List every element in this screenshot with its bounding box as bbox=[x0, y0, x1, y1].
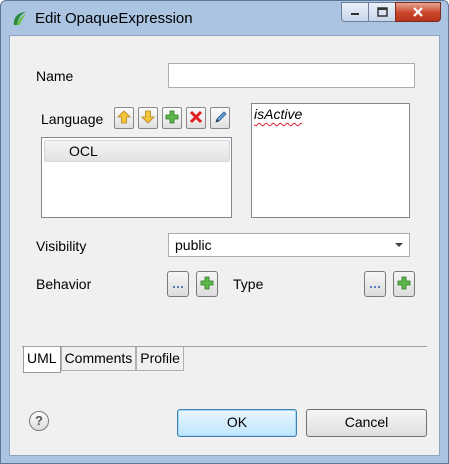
visibility-value: public bbox=[175, 237, 212, 253]
move-down-button[interactable] bbox=[138, 107, 158, 129]
name-input[interactable] bbox=[168, 63, 415, 88]
maximize-icon bbox=[376, 4, 388, 20]
app-logo-icon bbox=[11, 10, 29, 28]
edit-icon bbox=[213, 110, 227, 127]
tab-bar: UML Comments Profile bbox=[23, 347, 184, 373]
delete-icon bbox=[189, 110, 203, 127]
window-title: Edit OpaqueExpression bbox=[35, 10, 193, 27]
list-item[interactable]: OCL bbox=[44, 140, 230, 162]
minimize-icon bbox=[350, 4, 360, 20]
minimize-button[interactable] bbox=[341, 2, 368, 22]
tab-comments[interactable]: Comments bbox=[60, 347, 137, 371]
caption-buttons bbox=[341, 2, 441, 22]
title-bar[interactable]: Edit OpaqueExpression bbox=[1, 1, 448, 35]
cancel-button[interactable]: Cancel bbox=[306, 409, 427, 437]
expression-body-text[interactable]: isActive bbox=[251, 103, 410, 218]
browse-behavior-button[interactable] bbox=[167, 271, 189, 297]
dialog-window: Edit OpaqueExpression Name Language OCL … bbox=[0, 0, 449, 464]
add-icon bbox=[165, 110, 179, 127]
close-button[interactable] bbox=[395, 2, 441, 22]
add-icon bbox=[200, 276, 214, 293]
add-icon bbox=[397, 276, 411, 293]
ok-button[interactable]: OK bbox=[177, 409, 297, 437]
visibility-label: Visibility bbox=[36, 238, 87, 254]
language-item-label: OCL bbox=[69, 143, 98, 159]
add-type-button[interactable] bbox=[393, 271, 415, 297]
edit-language-button[interactable] bbox=[210, 107, 230, 129]
arrow-down-icon bbox=[141, 110, 155, 127]
more-icon bbox=[369, 276, 381, 292]
tab-profile[interactable]: Profile bbox=[136, 347, 184, 371]
browse-type-button[interactable] bbox=[364, 271, 386, 297]
close-icon bbox=[412, 4, 424, 20]
arrow-up-icon bbox=[117, 109, 131, 127]
add-behavior-button[interactable] bbox=[196, 271, 218, 297]
chevron-down-icon[interactable] bbox=[390, 235, 408, 255]
add-language-button[interactable] bbox=[162, 107, 182, 129]
dialog-content: Name Language OCL isActive Visibility pu… bbox=[9, 35, 440, 456]
tab-uml[interactable]: UML bbox=[23, 347, 61, 373]
type-label: Type bbox=[233, 276, 264, 292]
language-list[interactable]: OCL bbox=[41, 137, 232, 218]
language-label: Language bbox=[41, 111, 104, 127]
visibility-select[interactable]: public bbox=[168, 233, 410, 257]
more-icon bbox=[172, 276, 184, 292]
delete-language-button[interactable] bbox=[186, 107, 206, 129]
expression-text: isActive bbox=[254, 106, 303, 122]
maximize-button[interactable] bbox=[368, 2, 395, 22]
help-icon[interactable]: ? bbox=[29, 411, 49, 431]
behavior-label: Behavior bbox=[36, 276, 92, 292]
name-label: Name bbox=[36, 68, 74, 84]
move-up-button[interactable] bbox=[114, 107, 134, 129]
